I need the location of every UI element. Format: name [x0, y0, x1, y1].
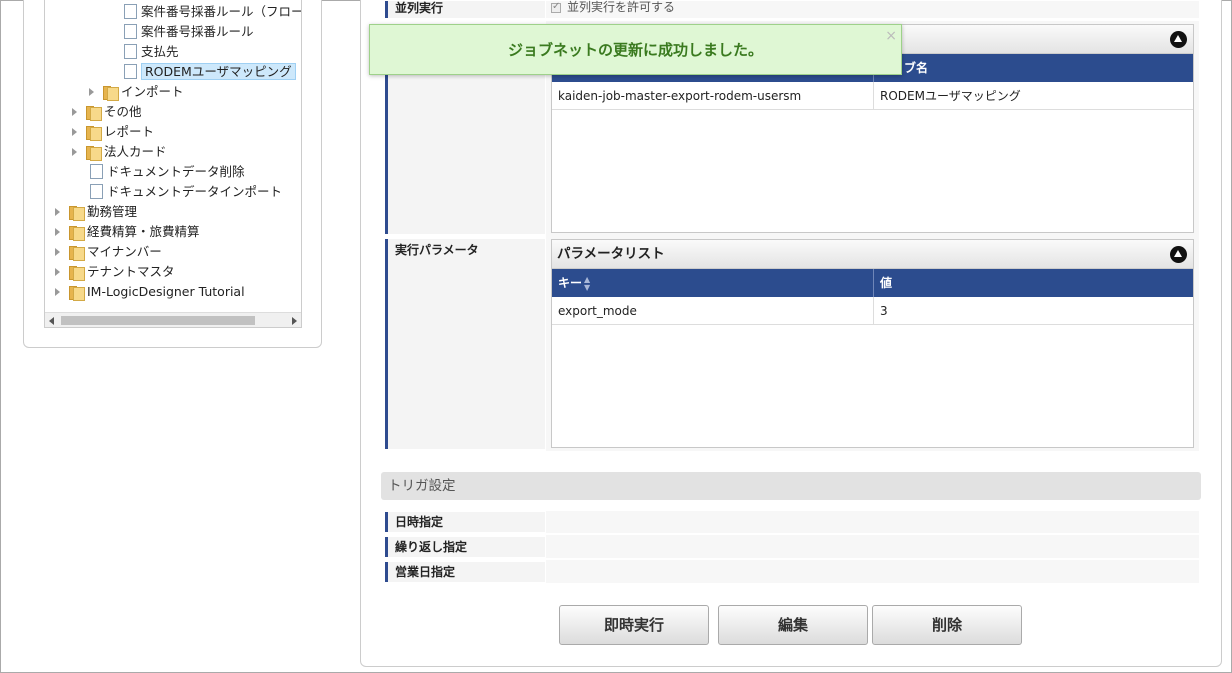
folder-icon — [86, 105, 102, 121]
folder-icon — [103, 85, 119, 101]
parameter-grid-title: パラメータリスト — [552, 240, 1193, 269]
parallel-execution-label-text: 並列実行 — [395, 1, 444, 15]
param-key-cell: export_mode — [558, 304, 637, 318]
folder-icon — [69, 225, 85, 241]
expand-arrow-icon[interactable] — [89, 87, 94, 96]
run-now-button[interactable]: 即時実行 — [559, 605, 709, 645]
parameter-grid: パラメータリスト キー ▲ ▼ 値 export_mode 3 — [551, 239, 1194, 448]
tree-item-label: 支払先 — [141, 44, 179, 59]
parallel-execution-checkbox-label: 並列実行を許可する — [567, 0, 676, 14]
scroll-thumb[interactable] — [61, 316, 255, 325]
tree-item-label: 案件番号採番ルール — [141, 24, 254, 39]
document-icon — [87, 184, 103, 202]
business-day-label: 営業日指定 — [385, 562, 545, 582]
expand-arrow-icon[interactable] — [55, 267, 60, 276]
tree-item[interactable]: IM-LogicDesigner Tutorial — [55, 282, 245, 302]
column-header-value[interactable]: 値 — [873, 269, 1193, 297]
tree-item[interactable]: カテゴリ — [106, 0, 191, 2]
parallel-execution-value: 並列実行を許可する — [546, 0, 1199, 18]
expand-arrow-icon[interactable] — [72, 107, 77, 116]
tree-item[interactable]: その他 — [72, 102, 142, 122]
success-toast: ジョブネットの更新に成功しました。 × — [369, 24, 902, 75]
toast-message: ジョブネットの更新に成功しました。 — [507, 41, 763, 59]
execution-parameter-label-text: 実行パラメータ — [395, 243, 479, 257]
datetime-label: 日時指定 — [385, 512, 545, 532]
document-icon — [121, 64, 137, 82]
parameter-grid-title-text: パラメータリスト — [557, 246, 665, 262]
tree-item-label: インポート — [121, 84, 184, 99]
trigger-section-header: トリガ設定 — [381, 472, 1201, 500]
collapse-icon[interactable] — [1170, 31, 1187, 48]
tree-item-label: テナントマスタ — [87, 264, 175, 279]
tree-item[interactable]: マイナンバー — [55, 242, 162, 262]
tree-item[interactable]: 法人カード — [72, 142, 167, 162]
edit-button[interactable]: 編集 — [718, 605, 868, 645]
tree-item[interactable]: ドキュメントデータ削除 — [72, 162, 245, 182]
tree-item[interactable]: テナントマスタ — [55, 262, 175, 282]
expand-arrow-icon[interactable] — [72, 147, 77, 156]
tree-item[interactable]: 経費精算・旅費精算 — [55, 222, 200, 242]
expand-arrow-icon[interactable] — [55, 227, 60, 236]
expand-arrow-icon[interactable] — [55, 247, 60, 256]
document-icon — [121, 24, 137, 42]
folder-icon — [69, 285, 85, 301]
job-name-cell: RODEMユーザマッピング — [873, 82, 1193, 109]
folder-icon — [69, 265, 85, 281]
folder-icon — [69, 205, 85, 221]
scroll-right-icon[interactable] — [292, 317, 297, 325]
tree-item[interactable]: 案件番号採番ルール — [106, 22, 254, 42]
tree-horizontal-scrollbar[interactable] — [45, 312, 301, 327]
tree-item-label: 経費精算・旅費精算 — [87, 224, 200, 239]
parallel-execution-label: 並列実行 — [385, 1, 545, 18]
document-icon — [121, 44, 137, 62]
sort-icon[interactable]: ▲ ▼ — [584, 275, 590, 292]
tree-item-label: 案件番号採番ルール（フロー連 — [141, 4, 302, 19]
column-header-job-name[interactable]: ジョブ名 — [873, 54, 1193, 82]
tree-panel: IM-LogicDesigner Tutorial テナントマスタ マイナンバー 経費… — [23, 0, 322, 348]
tree-item-label: IM-LogicDesigner Tutorial — [87, 284, 245, 299]
column-header-key-text: キー — [558, 276, 583, 290]
tree-item[interactable]: 勤務管理 — [55, 202, 137, 222]
tree-item[interactable]: インポート — [89, 82, 184, 102]
document-icon — [121, 4, 137, 22]
expand-arrow-icon[interactable] — [55, 287, 60, 296]
business-day-value — [546, 560, 1199, 583]
folder-icon — [69, 245, 85, 261]
close-icon[interactable]: × — [885, 25, 897, 47]
repeat-label: 繰り返し指定 — [385, 537, 545, 557]
app-frame: IM-LogicDesigner Tutorial テナントマスタ マイナンバー 経費… — [0, 0, 1232, 673]
column-header-key[interactable]: キー ▲ ▼ — [552, 269, 873, 297]
parameter-grid-header: キー ▲ ▼ 値 — [552, 269, 1193, 297]
table-row[interactable]: export_mode 3 — [552, 297, 1193, 325]
tree-item[interactable]: 案件番号採番ルール（フロー連 — [106, 2, 302, 22]
tree-item[interactable]: レポート — [72, 122, 154, 142]
collapse-icon[interactable] — [1170, 246, 1187, 263]
tree-item-label: ドキュメントデータインポート — [107, 184, 283, 199]
repeat-value — [546, 535, 1199, 558]
delete-button[interactable]: 削除 — [872, 605, 1022, 645]
table-row[interactable]: kaiden-job-master-export-rodem-usersm RO… — [552, 82, 1193, 110]
tree-item[interactable]: RODEMユーザマッピング — [106, 62, 296, 82]
expand-arrow-icon[interactable] — [55, 207, 60, 216]
job-tree: IM-LogicDesigner Tutorial テナントマスタ マイナンバー 経費… — [44, 0, 302, 328]
job-id-cell: kaiden-job-master-export-rodem-usersm — [558, 89, 802, 103]
scroll-left-icon[interactable] — [49, 317, 54, 325]
tree-item[interactable]: ドキュメントデータインポート — [72, 182, 282, 202]
document-icon — [87, 164, 103, 182]
tree-item-label: 勤務管理 — [87, 204, 138, 219]
tree-item-label: ドキュメントデータ削除 — [107, 164, 245, 179]
tree-item-label: その他 — [104, 104, 142, 119]
parallel-execution-checkbox[interactable] — [551, 0, 561, 13]
param-value-cell: 3 — [873, 297, 1193, 324]
tree-item[interactable]: 支払先 — [106, 42, 179, 62]
tree-item-label: RODEMユーザマッピング — [141, 63, 296, 80]
folder-icon — [86, 125, 102, 141]
tree-item-label: 法人カード — [104, 144, 167, 159]
execution-parameter-label: 実行パラメータ — [385, 239, 545, 449]
folder-icon — [86, 145, 102, 161]
tree-item-label: レポート — [104, 124, 155, 139]
tree-item-label: マイナンバー — [87, 244, 162, 259]
datetime-value — [546, 511, 1199, 533]
expand-arrow-icon[interactable] — [72, 127, 77, 136]
